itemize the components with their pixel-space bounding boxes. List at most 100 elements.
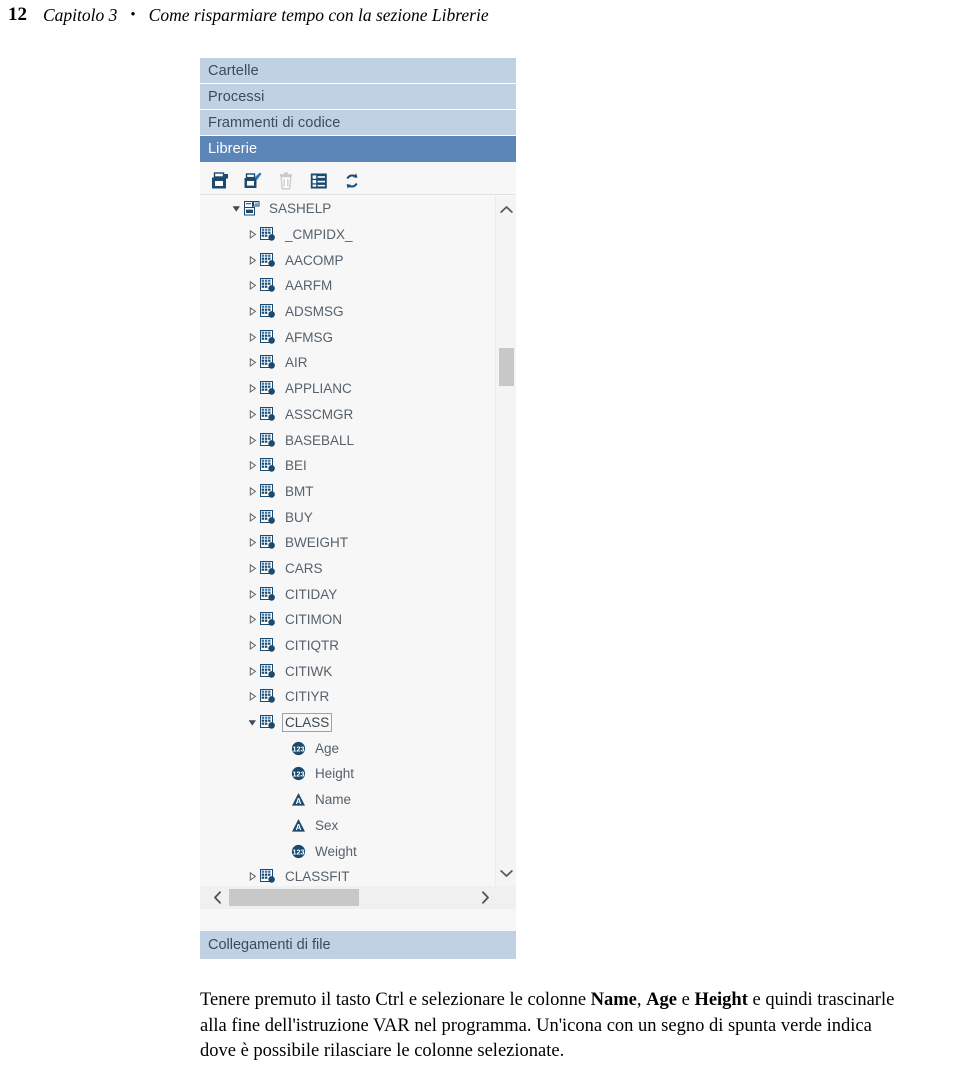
panel-tabstrip: Cartelle Processi Frammenti di codice Libre… [200, 58, 516, 162]
tree-item-citiday[interactable]: CITIDAY [200, 581, 495, 607]
tree-item-weight[interactable]: 123 Weight [200, 838, 495, 864]
tree-item-label: CITIDAY [285, 586, 338, 602]
collapsed-triangle-icon[interactable] [246, 281, 259, 291]
scroll-up-icon[interactable] [496, 199, 516, 219]
numeric-column-icon: 123 [289, 766, 307, 781]
tab-cartelle[interactable]: Cartelle [200, 58, 516, 84]
tab-label: Processi [208, 88, 265, 105]
tree-item-cars[interactable]: CARS [200, 556, 495, 582]
dataset-icon [259, 329, 277, 345]
edit-library-icon[interactable] [243, 171, 262, 190]
tree-item-label: BUY [285, 509, 313, 525]
caption-part-1: Tenere premuto il tasto Ctrl e seleziona… [200, 990, 591, 1010]
expanded-triangle-icon[interactable] [230, 204, 243, 213]
running-head: 12 Capitolo 3 • Come risparmiare tempo c… [0, 0, 960, 30]
collapsed-triangle-icon[interactable] [246, 358, 259, 368]
tree-item-sashelp[interactable]: SASHELP [200, 196, 495, 222]
library-tree[interactable]: SASHELP _CMPIDX_ AACOMP AARFM ADSMSG AFMSG AIR… [200, 196, 495, 886]
collapsed-triangle-icon[interactable] [246, 384, 259, 394]
tree-item-applianc[interactable]: APPLIANC [200, 376, 495, 402]
tree-item-bmt[interactable]: BMT [200, 479, 495, 505]
tree-item-classfit[interactable]: CLASSFIT [200, 864, 495, 886]
dataset-icon [259, 638, 277, 653]
tree-item-bei[interactable]: BEI [200, 453, 495, 479]
svg-text:123: 123 [292, 847, 304, 856]
tree-item-label: CITIYR [285, 689, 330, 705]
tree-item-asscmgr[interactable]: ASSCMGR [200, 402, 495, 428]
svg-text:A: A [295, 797, 301, 806]
libraries-panel-screenshot: Cartelle Processi Frammenti di codice Libre… [200, 58, 516, 959]
tree-item-label: BWEIGHT [285, 535, 348, 551]
caption-paragraph: Tenere premuto il tasto Ctrl e seleziona… [200, 988, 912, 1065]
separator-bullet: • [130, 6, 136, 23]
tree-item-adsmsg[interactable]: ADSMSG [200, 299, 495, 325]
chapter-title: Come risparmiare tempo con la sezione Li… [148, 4, 489, 25]
tab-collegamenti-di-file[interactable]: Collegamenti di file [200, 931, 516, 959]
collapsed-triangle-icon[interactable] [246, 307, 259, 317]
tree-item-label: AIR [285, 355, 308, 371]
tab-librerie[interactable]: Librerie [200, 136, 516, 162]
tree-item-citiqtr[interactable]: CITIQTR [200, 633, 495, 659]
tree-item-air[interactable]: AIR [200, 350, 495, 376]
tree-item-height[interactable]: 123 Height [200, 761, 495, 787]
tree-item-citiwk[interactable]: CITIWK [200, 658, 495, 684]
dataset-icon [259, 458, 277, 473]
tree-item-label: SASHELP [269, 201, 332, 217]
dataset-icon [259, 355, 277, 370]
collapsed-triangle-icon[interactable] [246, 486, 259, 496]
collapsed-triangle-icon[interactable] [246, 512, 259, 522]
tree-item-afmsg[interactable]: AFMSG [200, 324, 495, 350]
tree-item-label: CITIWK [285, 663, 333, 679]
collapsed-triangle-icon[interactable] [246, 615, 259, 625]
dataset-icon [259, 406, 277, 422]
tree-item-sex[interactable]: A Sex [200, 813, 495, 839]
collapsed-triangle-icon[interactable] [246, 563, 259, 573]
collapsed-triangle-icon[interactable] [246, 692, 259, 702]
collapsed-triangle-icon[interactable] [246, 435, 259, 445]
tree-item-aarfm[interactable]: AARFM [200, 273, 495, 299]
tree-item-citiyr[interactable]: CITIYR [200, 684, 495, 710]
dataset-icon [259, 715, 277, 730]
vertical-scrollbar[interactable] [495, 196, 516, 886]
horizontal-scroll-thumb[interactable] [229, 889, 359, 906]
vertical-scroll-thumb[interactable] [499, 348, 514, 386]
new-library-icon[interactable] [210, 171, 229, 190]
collapsed-triangle-icon[interactable] [246, 872, 259, 882]
tree-item-cmpidx[interactable]: _CMPIDX_ [200, 222, 495, 248]
dataset-icon [259, 278, 277, 293]
collapsed-triangle-icon[interactable] [246, 409, 259, 419]
collapsed-triangle-icon[interactable] [246, 538, 259, 548]
tree-item-class[interactable]: CLASS [200, 710, 495, 736]
collapsed-triangle-icon[interactable] [246, 589, 259, 599]
delete-icon [276, 171, 295, 190]
svg-text:123: 123 [292, 744, 304, 753]
tree-item-name[interactable]: A Name [200, 787, 495, 813]
tree-item-bweight[interactable]: BWEIGHT [200, 530, 495, 556]
collapsed-triangle-icon[interactable] [246, 255, 259, 265]
tree-item-citimon[interactable]: CITIMON [200, 607, 495, 633]
collapsed-triangle-icon[interactable] [246, 461, 259, 471]
tree-item-baseball[interactable]: BASEBALL [200, 427, 495, 453]
collapsed-triangle-icon[interactable] [246, 332, 259, 342]
tree-item-aacomp[interactable]: AACOMP [200, 247, 495, 273]
collapsed-triangle-icon[interactable] [246, 641, 259, 650]
collapsed-triangle-icon[interactable] [246, 230, 259, 239]
tab-frammenti-di-codice[interactable]: Frammenti di codice [200, 110, 516, 136]
tree-item-age[interactable]: 123 Age [200, 735, 495, 761]
tree-item-label: ASSCMGR [285, 406, 354, 422]
dataset-icon [259, 227, 277, 242]
tab-processi[interactable]: Processi [200, 84, 516, 110]
refresh-icon[interactable] [342, 171, 361, 190]
tree-item-buy[interactable]: BUY [200, 504, 495, 530]
caption-part-3: e [676, 990, 695, 1010]
scroll-down-icon[interactable] [496, 863, 516, 883]
properties-icon[interactable] [309, 171, 328, 190]
scroll-right-icon[interactable] [474, 886, 496, 909]
library-tree-container: SASHELP _CMPIDX_ AACOMP AARFM ADSMSG AFMSG AIR… [200, 196, 516, 886]
scroll-left-icon[interactable] [206, 886, 228, 909]
dataset-icon [259, 560, 277, 576]
horizontal-scrollbar[interactable] [200, 886, 516, 909]
dataset-icon [259, 509, 277, 525]
expanded-triangle-icon[interactable] [246, 718, 259, 727]
collapsed-triangle-icon[interactable] [246, 666, 259, 676]
